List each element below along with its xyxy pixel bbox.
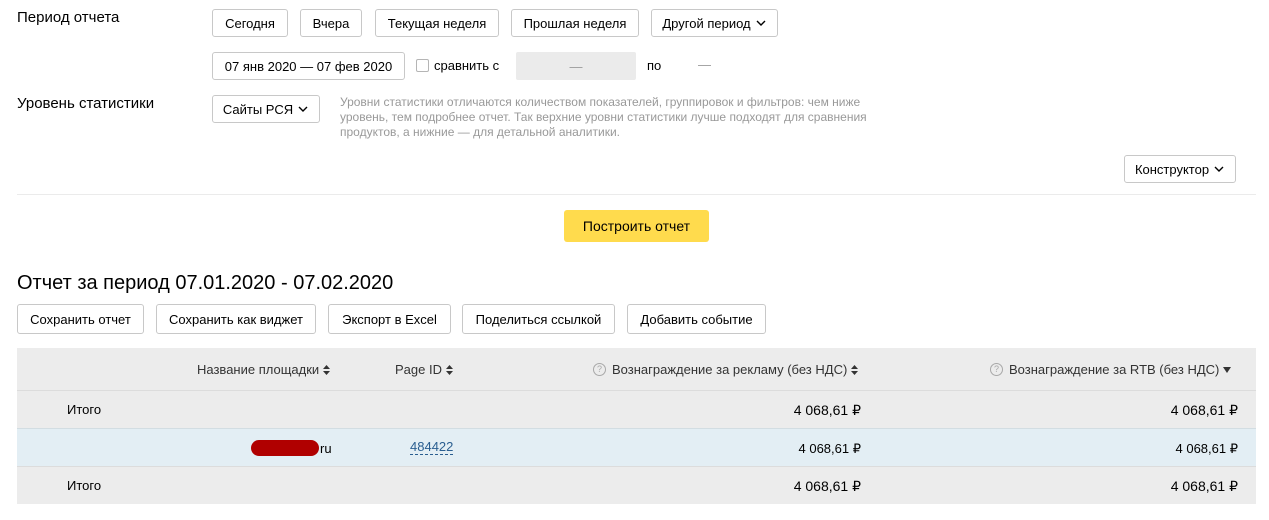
chevron-down-icon [756,20,766,26]
compare-to-field[interactable]: — [698,57,711,72]
stat-level-dropdown[interactable]: Сайты РСЯ [212,95,320,123]
add-event-button[interactable]: Добавить событие [627,304,766,334]
page-id-link[interactable]: 484422 [410,440,454,455]
header-page-id[interactable]: Page ID [395,362,453,377]
compare-checkbox[interactable] [416,59,429,72]
site-reward-rtb: 4 068,61 ₽ [1175,441,1239,456]
share-link-button[interactable]: Поделиться ссылкой [462,304,615,334]
table-row-total: Итого 4 068,61 ₽ 4 068,61 ₽ [17,390,1256,428]
constructor-dropdown[interactable]: Конструктор [1124,155,1236,183]
preset-yesterday-button[interactable]: Вчера [300,9,362,37]
page-id-cell: 484422 [410,440,454,455]
chevron-down-icon [1214,166,1224,172]
sort-up-down-icon [445,364,453,375]
question-icon[interactable]: ? [593,363,606,376]
compare-from-field[interactable]: — [516,52,636,80]
header-reward-rtb[interactable]: ? Вознаграждение за RTB (без НДС) [990,362,1232,377]
site-name-cell: ru [251,440,332,456]
save-report-button[interactable]: Сохранить отчет [17,304,144,334]
sort-down-icon [1223,366,1232,373]
preset-last-week-button[interactable]: Прошлая неделя [511,9,639,37]
header-site-name-label: Название площадки [197,362,320,377]
report-title: Отчет за период 07.01.2020 - 07.02.2020 [17,272,394,294]
redacted-site-name [251,440,319,456]
other-period-dropdown[interactable]: Другой период [651,9,778,37]
site-name-suffix: ru [320,440,332,456]
stat-level-label: Уровень статистики [17,95,155,112]
hint-line: продуктов, а нижние — для детальной анал… [340,125,620,139]
hint-line: Уровни статистики отличаются количеством… [340,95,861,109]
header-reward-ads[interactable]: ? Вознаграждение за рекламу (без НДС) [593,362,859,377]
compare-to-label: по [647,58,662,73]
chevron-down-icon [298,106,308,112]
header-page-id-label: Page ID [395,362,442,377]
stat-level-hint: Уровни статистики отличаются количеством… [340,95,867,140]
sort-up-down-icon [851,364,859,375]
table-row: ru 484422 4 068,61 ₽ 4 068,61 ₽ [17,428,1256,466]
table-header: Название площадки Page ID ? Вознагражден… [17,348,1256,390]
hint-line: уровень, тем подробнее отчет. Так верхни… [340,110,867,124]
total-reward-rtb: 4 068,61 ₽ [1170,402,1238,418]
table-row-total: Итого 4 068,61 ₽ 4 068,61 ₽ [17,466,1256,504]
build-report-button[interactable]: Построить отчет [564,210,709,242]
total-reward-ads: 4 068,61 ₽ [793,478,861,494]
period-label: Период отчета [17,9,120,26]
site-reward-ads: 4 068,61 ₽ [798,441,862,456]
compare-label: сравнить с [434,58,500,73]
sort-up-down-icon [323,364,331,375]
total-label: Итого [67,478,102,493]
export-excel-button[interactable]: Экспорт в Excel [328,304,451,334]
stat-level-value: Сайты РСЯ [222,101,294,117]
question-icon[interactable]: ? [990,363,1003,376]
save-as-widget-button[interactable]: Сохранить как виджет [156,304,316,334]
header-reward-ads-label: Вознаграждение за рекламу (без НДС) [612,362,848,377]
divider [17,194,1256,195]
total-reward-ads: 4 068,61 ₽ [793,402,861,418]
total-reward-rtb: 4 068,61 ₽ [1170,478,1238,494]
total-label: Итого [67,402,102,417]
header-reward-rtb-label: Вознаграждение за RTB (без НДС) [1009,362,1220,377]
header-site-name[interactable]: Название площадки [197,362,331,377]
constructor-label: Конструктор [1134,161,1210,177]
date-range-picker[interactable]: 07 янв 2020 — 07 фев 2020 [212,52,405,80]
preset-current-week-button[interactable]: Текущая неделя [375,9,499,37]
other-period-label: Другой период [662,15,751,31]
preset-today-button[interactable]: Сегодня [212,9,288,37]
